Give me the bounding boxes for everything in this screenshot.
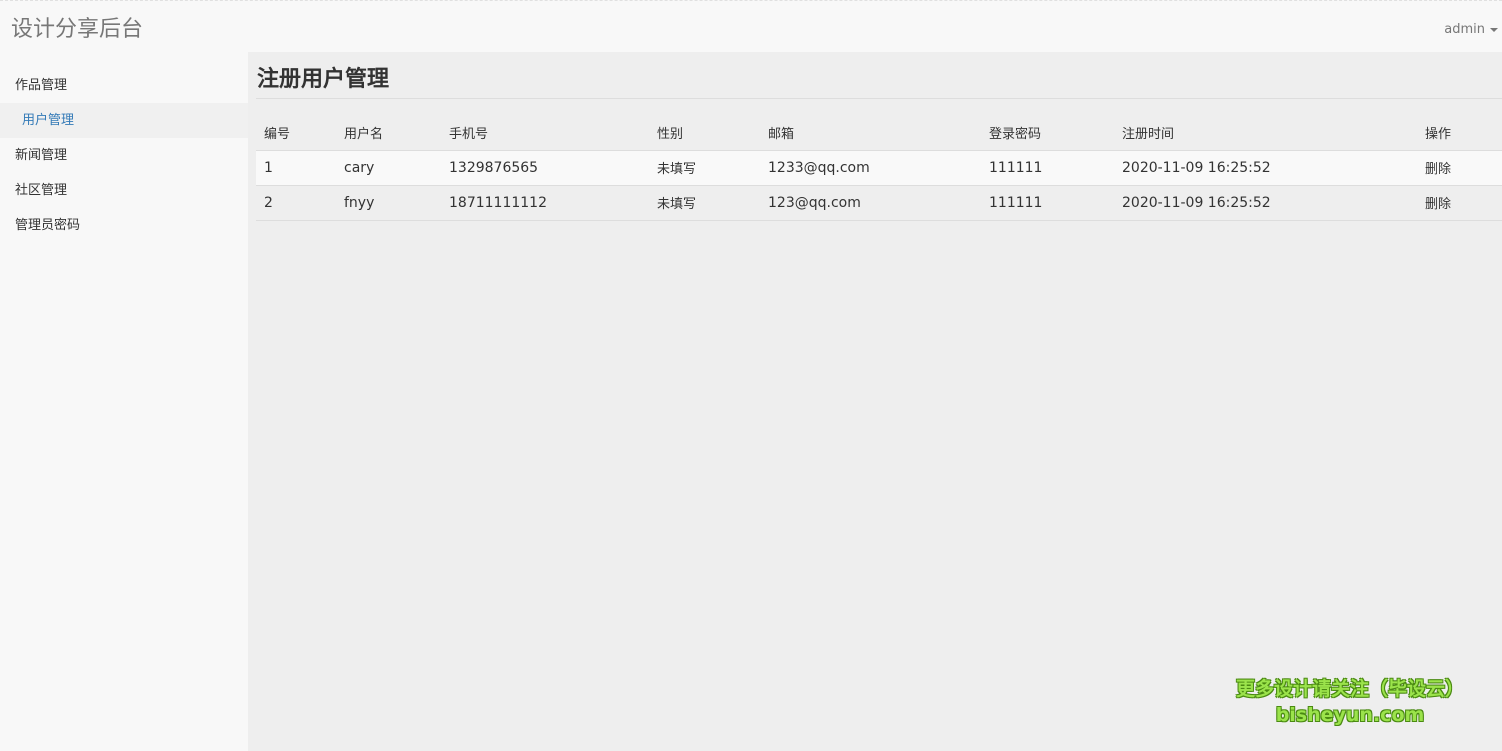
cell-action: 删除	[1417, 185, 1502, 221]
brand-title[interactable]: 设计分享后台	[11, 16, 143, 44]
users-table: 编号 用户名 手机号 性别 邮箱 登录密码 注册时间 操作 1 cary 132…	[256, 116, 1502, 221]
delete-user-button[interactable]: 删除	[1425, 197, 1451, 212]
table-row: 1 cary 1329876565 未填写 1233@qq.com 111111…	[256, 150, 1502, 186]
cell-registered: 2020-11-09 16:25:52	[1114, 185, 1417, 221]
cell-gender: 未填写	[649, 185, 760, 221]
sidebar-item-works[interactable]: 作品管理	[0, 68, 248, 103]
sidebar-nav: 作品管理 用户管理 新闻管理 社区管理 管理员密码	[0, 68, 248, 243]
sidebar-item-users[interactable]: 用户管理	[0, 103, 248, 138]
cell-username: cary	[336, 150, 441, 186]
main-content: 注册用户管理 编号 用户名 手机号 性别 邮箱 登录密码 注册时间 操作 1 c…	[248, 52, 1502, 751]
column-header-id: 编号	[256, 116, 336, 151]
user-menu-dropdown[interactable]: admin	[1444, 21, 1498, 39]
watermark: 更多设计请关注（毕设云） bisheyun.com	[1218, 676, 1482, 728]
watermark-line-2: bisheyun.com	[1275, 704, 1425, 726]
title-divider	[256, 98, 1502, 99]
cell-password: 111111	[981, 150, 1114, 186]
column-header-registered: 注册时间	[1114, 116, 1417, 151]
page-title: 注册用户管理	[257, 67, 390, 92]
sidebar-item-admin-password[interactable]: 管理员密码	[0, 208, 248, 243]
cell-action: 删除	[1417, 150, 1502, 186]
cell-email: 1233@qq.com	[760, 150, 981, 186]
cell-email: 123@qq.com	[760, 185, 981, 221]
sidebar: 作品管理 用户管理 新闻管理 社区管理 管理员密码	[0, 52, 248, 751]
top-navbar: 设计分享后台 admin	[0, 0, 1502, 52]
column-header-action: 操作	[1417, 116, 1502, 151]
cell-phone: 18711111112	[441, 185, 649, 221]
table-row: 2 fnyy 18711111112 未填写 123@qq.com 111111…	[256, 185, 1502, 221]
table-header-row: 编号 用户名 手机号 性别 邮箱 登录密码 注册时间 操作	[256, 116, 1502, 151]
watermark-line-1: 更多设计请关注（毕设云）	[1235, 678, 1464, 700]
cell-password: 111111	[981, 185, 1114, 221]
cell-id: 2	[256, 185, 336, 221]
column-header-email: 邮箱	[760, 116, 981, 151]
caret-down-icon	[1490, 28, 1498, 32]
column-header-username: 用户名	[336, 116, 441, 151]
user-menu-label: admin	[1444, 22, 1485, 37]
cell-phone: 1329876565	[441, 150, 649, 186]
column-header-phone: 手机号	[441, 116, 649, 151]
sidebar-item-news[interactable]: 新闻管理	[0, 138, 248, 173]
cell-registered: 2020-11-09 16:25:52	[1114, 150, 1417, 186]
cell-username: fnyy	[336, 185, 441, 221]
column-header-password: 登录密码	[981, 116, 1114, 151]
cell-gender: 未填写	[649, 150, 760, 186]
cell-id: 1	[256, 150, 336, 186]
column-header-gender: 性别	[649, 116, 760, 151]
sidebar-item-community[interactable]: 社区管理	[0, 173, 248, 208]
delete-user-button[interactable]: 删除	[1425, 162, 1451, 177]
